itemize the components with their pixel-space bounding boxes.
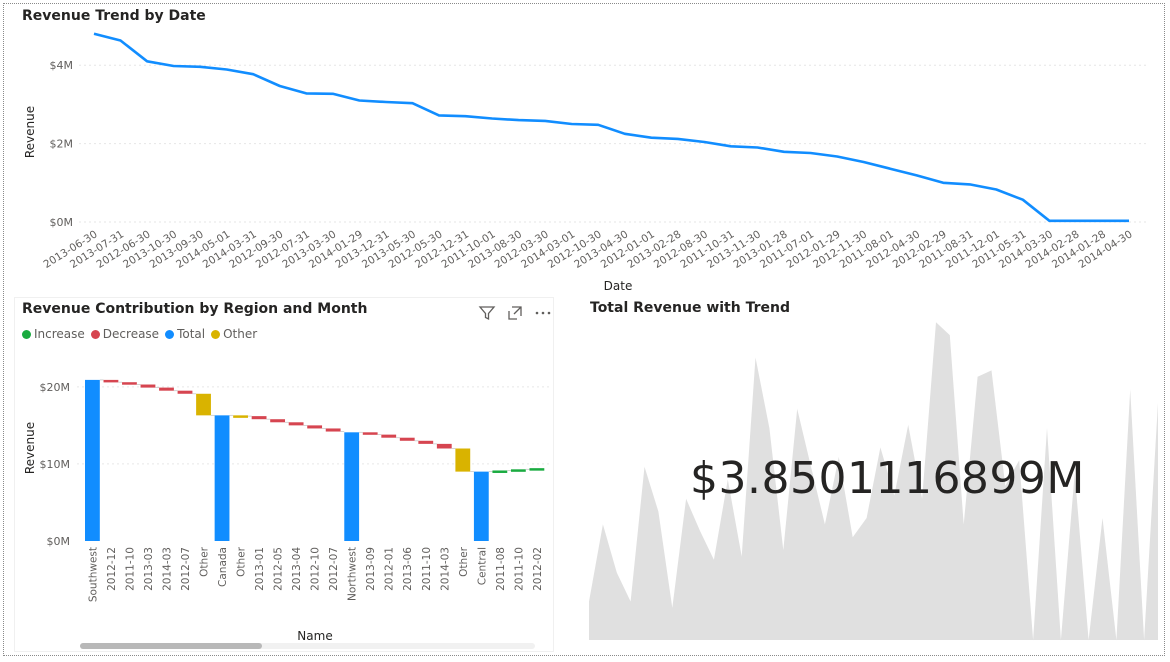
x-tick-label: Other <box>199 546 211 576</box>
waterfall-bar-decrease <box>270 419 286 423</box>
waterfall-bar-increase <box>529 468 545 471</box>
kpi-value: $3.8501116899M <box>690 453 1085 504</box>
waterfall-bar-increase <box>510 469 526 472</box>
x-tick-label: 2011-10 <box>421 547 433 591</box>
x-tick-label: 2013-01 <box>254 547 266 591</box>
waterfall-bar-decrease <box>140 384 156 388</box>
y-tick-label: $10M <box>40 458 71 471</box>
y-tick-label: $0M <box>50 216 74 229</box>
waterfall-bar-decrease <box>251 416 267 420</box>
waterfall-bar-decrease <box>159 387 174 391</box>
x-tick-label: 2012-12 <box>106 547 118 591</box>
y-tick-label: $2M <box>50 138 74 151</box>
waterfall-chart: $0M $10M $20M Southwest 2012-12 2011-10 2013-0… <box>23 379 550 643</box>
x-tick-label: Northwest <box>347 547 359 601</box>
y-tick-label: $20M <box>40 381 71 394</box>
x-tick-label: 2012-07 <box>180 547 192 591</box>
y-axis-title: Revenue <box>23 422 37 474</box>
y-tick-label: $4M <box>50 59 74 72</box>
waterfall-bar-decrease <box>436 443 452 449</box>
x-tick-label: 2012-02 <box>532 547 544 591</box>
waterfall-bar-total <box>344 432 360 541</box>
x-tick-label: Other <box>236 546 248 576</box>
x-tick-label: 2013-04 <box>291 547 303 591</box>
waterfall-bar-decrease <box>418 440 434 444</box>
waterfall-bar-total <box>85 379 100 541</box>
y-axis-title: Revenue <box>23 106 37 158</box>
waterfall-bar-decrease <box>103 379 119 383</box>
x-tick-label: Other <box>458 546 470 576</box>
waterfall-bar-decrease <box>325 428 341 432</box>
x-axis-title: Name <box>297 629 332 643</box>
waterfall-bar-decrease <box>288 422 304 426</box>
x-tick-label: Canada <box>217 547 229 587</box>
waterfall-bar-total <box>473 471 489 541</box>
x-tick-label: Southwest <box>87 547 99 602</box>
x-tick-label: 2012-05 <box>273 547 285 591</box>
series-line-revenue <box>93 32 1129 223</box>
waterfall-bar-decrease <box>122 382 137 385</box>
x-axis-title: Date <box>604 279 633 293</box>
x-tick-label: 2013-09 <box>365 547 377 591</box>
x-tick-label: 2014-03 <box>439 547 451 591</box>
x-tick-label: 2012-10 <box>310 547 322 591</box>
waterfall-bar-decrease <box>177 390 193 394</box>
horizontal-scrollbar-thumb[interactable] <box>80 643 262 649</box>
x-tick-label: Central <box>476 547 488 585</box>
waterfall-bar-other <box>233 415 248 418</box>
revenue-trend-chart: $0M$2M$4M2013-06-302013-07-312012-06-302… <box>23 32 1149 293</box>
kpi-visual[interactable]: Total Revenue with Trend $3.8501116899M <box>584 297 1160 643</box>
y-tick-label: $0M <box>47 535 71 548</box>
x-tick-label: 2013-06 <box>402 547 414 591</box>
x-tick-label: 2011-08 <box>495 547 507 591</box>
waterfall-bar-decrease <box>307 425 323 429</box>
waterfall-bar-decrease <box>362 432 378 435</box>
waterfall-bar-decrease <box>399 437 415 441</box>
x-tick-label: 2014-03 <box>161 547 173 591</box>
waterfall-bar-other <box>196 393 211 416</box>
waterfall-bar-total <box>214 415 230 541</box>
x-tick-label: 2012-01 <box>384 547 396 591</box>
x-tick-label: 2013-03 <box>143 547 155 591</box>
x-tick-label: 2011-10 <box>124 547 136 591</box>
revenue-trend-visual[interactable]: Revenue Trend by Date $0M $2M $4M 2013-06-3… <box>14 4 1160 294</box>
waterfall-bar-increase <box>492 470 508 473</box>
waterfall-bar-other <box>455 448 471 472</box>
x-tick-label: 2012-07 <box>328 547 340 591</box>
x-tick-label: 2011-10 <box>513 547 525 591</box>
waterfall-bar-decrease <box>381 434 397 438</box>
waterfall-visual[interactable]: Revenue Contribution by Region and Month… <box>14 297 554 652</box>
